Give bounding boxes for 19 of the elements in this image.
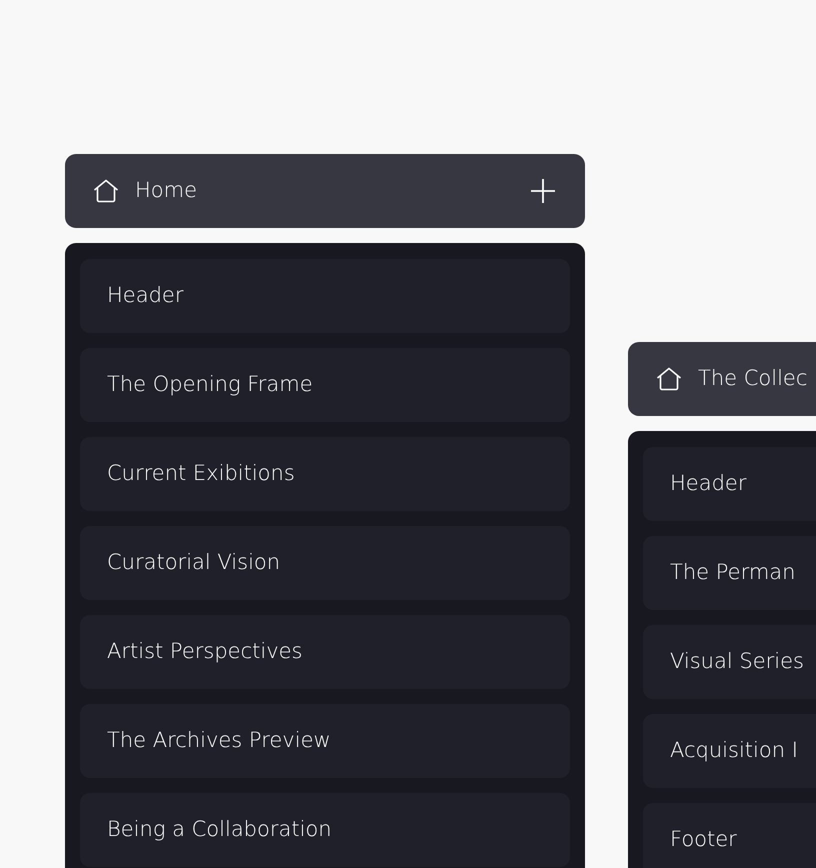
home-icon (93, 179, 119, 203)
section-item[interactable]: The Archives Preview (80, 704, 570, 778)
section-item[interactable]: The Opening Frame (80, 348, 570, 422)
section-item[interactable]: Header (80, 259, 570, 333)
section-item[interactable]: The Perman (643, 536, 816, 610)
section-item[interactable]: Visual Series (643, 625, 816, 699)
section-item[interactable]: Acquisition I (643, 714, 816, 788)
page-header[interactable]: The Collec (628, 342, 816, 416)
section-item[interactable]: Artist Perspectives (80, 615, 570, 689)
section-item[interactable]: Curatorial Vision (80, 526, 570, 600)
section-item[interactable]: Header (643, 447, 816, 521)
section-item[interactable]: Being a Collaboration (80, 793, 570, 867)
page-title: The Collec (698, 365, 808, 392)
add-button[interactable] (531, 179, 555, 203)
section-item[interactable]: Current Exibitions (80, 437, 570, 511)
home-icon (656, 367, 682, 391)
page-title: Home (135, 177, 198, 204)
page-header[interactable]: Home (65, 154, 585, 228)
section-item[interactable]: Footer (643, 803, 816, 868)
